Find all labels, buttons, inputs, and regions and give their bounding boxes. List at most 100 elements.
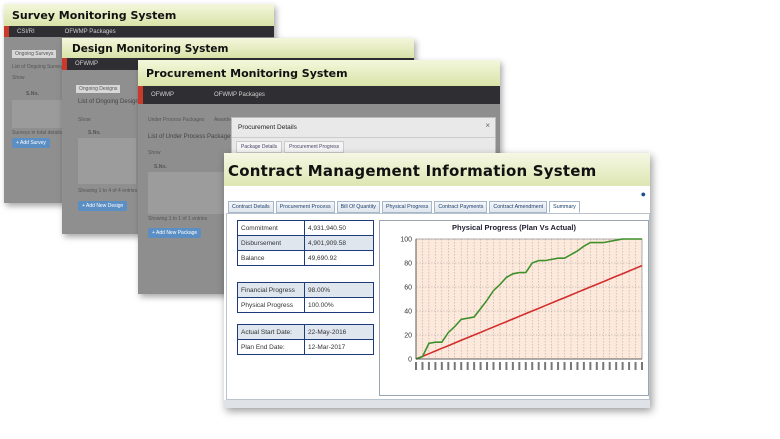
procurement-nav-item[interactable]: OFWMP bbox=[151, 92, 174, 98]
x-tick-label bbox=[415, 362, 417, 370]
survey-col-header: S.No. bbox=[26, 91, 39, 97]
survey-navbar: CSI/RI OFWMP Packages bbox=[4, 26, 274, 37]
survey-entries: Surveys in total details bbox=[12, 130, 63, 136]
x-tick-label bbox=[537, 362, 540, 370]
add-survey-button[interactable]: + Add Survey bbox=[12, 138, 50, 148]
procurement-col-header: S.No. bbox=[154, 164, 167, 170]
close-icon[interactable]: × bbox=[485, 121, 490, 130]
x-tick-label bbox=[440, 362, 443, 370]
design-nav-item[interactable]: OFWMP bbox=[75, 61, 98, 67]
tab-physical-progress[interactable]: Physical Progress bbox=[381, 201, 433, 213]
x-tick-label bbox=[479, 362, 482, 370]
x-tick-label bbox=[576, 362, 579, 370]
y-tick-label: 100 bbox=[400, 237, 412, 244]
y-tick-label: 60 bbox=[404, 285, 412, 292]
x-tick-label bbox=[589, 362, 592, 370]
x-tick-label bbox=[615, 362, 618, 370]
design-show-label: Show bbox=[78, 117, 91, 123]
x-tick-label bbox=[524, 362, 527, 370]
x-tick-label bbox=[453, 362, 456, 370]
kv-value: 49,690.92 bbox=[304, 250, 374, 266]
tab-summary[interactable]: Summary bbox=[549, 201, 580, 213]
progress-table: Financial Progress 98.00% Physical Progre… bbox=[237, 282, 374, 313]
x-tick-label bbox=[447, 362, 450, 370]
nav-active-marker bbox=[4, 26, 9, 37]
procurement-show-label: Show bbox=[148, 150, 161, 156]
add-package-button[interactable]: + Add New Package bbox=[148, 228, 202, 238]
summary-content: Commitment 4,931,940.50 Disbursement 4,901… bbox=[226, 213, 650, 400]
kv-label: Financial Progress bbox=[237, 282, 305, 298]
kv-value: 22-May-2016 bbox=[304, 324, 374, 340]
x-tick-label bbox=[621, 362, 624, 370]
x-tick-label bbox=[544, 362, 547, 370]
x-tick-label bbox=[634, 362, 637, 370]
x-tick-label bbox=[460, 362, 463, 370]
x-tick-label bbox=[557, 362, 560, 370]
modal-tab[interactable]: Procurement Progress bbox=[284, 141, 345, 153]
survey-title: Survey Monitoring System bbox=[4, 4, 274, 26]
kv-label: Balance bbox=[237, 250, 305, 266]
kv-label: Disbursement bbox=[237, 235, 305, 251]
survey-rows bbox=[12, 100, 64, 128]
nav-active-marker bbox=[138, 86, 143, 104]
y-tick-label: 0 bbox=[408, 357, 412, 364]
design-col-header: S.No. bbox=[88, 130, 101, 136]
nav-active-marker bbox=[62, 58, 67, 70]
survey-tab[interactable]: Ongoing Surveys bbox=[12, 50, 57, 58]
financial-table: Commitment 4,931,940.50 Disbursement 4,901… bbox=[237, 220, 374, 266]
x-tick-label bbox=[421, 362, 424, 370]
tab-bill-of-quantity[interactable]: Bill Of Quantity bbox=[336, 201, 380, 213]
procurement-tab[interactable]: Under Process Packages bbox=[148, 117, 204, 123]
tab-contract-payments[interactable]: Contract Payments bbox=[434, 201, 488, 213]
design-rows bbox=[78, 138, 136, 184]
x-tick-label bbox=[569, 362, 572, 370]
y-tick-label: 20 bbox=[404, 333, 412, 340]
tab-contract-amendment[interactable]: Contract Amendment bbox=[489, 201, 548, 213]
y-tick-label: 40 bbox=[404, 309, 412, 316]
plot-area bbox=[415, 238, 643, 360]
kv-value: 4,931,940.50 bbox=[304, 220, 374, 236]
x-tick-label bbox=[563, 362, 566, 370]
chart-title: Physical Progress (Plan Vs Actual) bbox=[452, 223, 576, 232]
x-tick-label bbox=[486, 362, 489, 370]
procurement-title: Procurement Monitoring System bbox=[138, 60, 500, 86]
x-tick-label bbox=[550, 362, 553, 370]
kv-value: 12-Mar-2017 bbox=[304, 339, 374, 355]
procurement-rows bbox=[148, 172, 230, 214]
window-footer bbox=[224, 400, 650, 408]
y-tick-label: 80 bbox=[404, 261, 412, 268]
design-tab[interactable]: Ongoing Designs bbox=[76, 85, 121, 93]
kv-label: Commitment bbox=[237, 220, 305, 236]
x-tick-label bbox=[641, 362, 643, 370]
x-tick-label bbox=[602, 362, 605, 370]
x-tick-label bbox=[608, 362, 611, 370]
x-tick-label bbox=[505, 362, 508, 370]
design-entries: Showing 1 to 4 of 4 entries bbox=[78, 188, 138, 194]
cmis-tabbar: Contract Details Procurement Process Bil… bbox=[228, 201, 582, 213]
procurement-nav-item[interactable]: OFWMP Packages bbox=[214, 92, 265, 98]
x-tick-label bbox=[582, 362, 585, 370]
design-title: Design Monitoring System bbox=[62, 38, 414, 58]
kv-value: 100.00% bbox=[304, 297, 374, 313]
survey-nav-item[interactable]: CSI/RI bbox=[17, 29, 35, 35]
kv-label: Actual Start Date: bbox=[237, 324, 305, 340]
x-tick-label bbox=[466, 362, 469, 370]
tab-procurement-process[interactable]: Procurement Process bbox=[275, 201, 335, 213]
add-design-button[interactable]: + Add New Design bbox=[78, 201, 128, 211]
modal-tab[interactable]: Package Details bbox=[236, 141, 283, 153]
x-tick-label bbox=[473, 362, 476, 370]
progress-chart-panel: Physical Progress (Plan Vs Actual) 0 20 40… bbox=[379, 220, 649, 396]
help-icon[interactable]: ● bbox=[641, 189, 646, 199]
x-tick-label bbox=[518, 362, 521, 370]
kv-label: Physical Progress bbox=[237, 297, 305, 313]
cmis-window: Contract Management Information System ●… bbox=[224, 153, 650, 408]
kv-value: 98.00% bbox=[304, 282, 374, 298]
x-tick-label bbox=[531, 362, 534, 370]
tab-contract-details[interactable]: Contract Details bbox=[228, 201, 274, 213]
survey-nav-item[interactable]: OFWMP Packages bbox=[65, 29, 116, 35]
procurement-navbar: OFWMP OFWMP Packages bbox=[138, 86, 500, 104]
x-tick-label bbox=[511, 362, 514, 370]
x-tick-label bbox=[498, 362, 501, 370]
survey-list-title: List of Ongoing Surveys bbox=[12, 64, 66, 70]
survey-show-label: Show bbox=[12, 75, 25, 81]
